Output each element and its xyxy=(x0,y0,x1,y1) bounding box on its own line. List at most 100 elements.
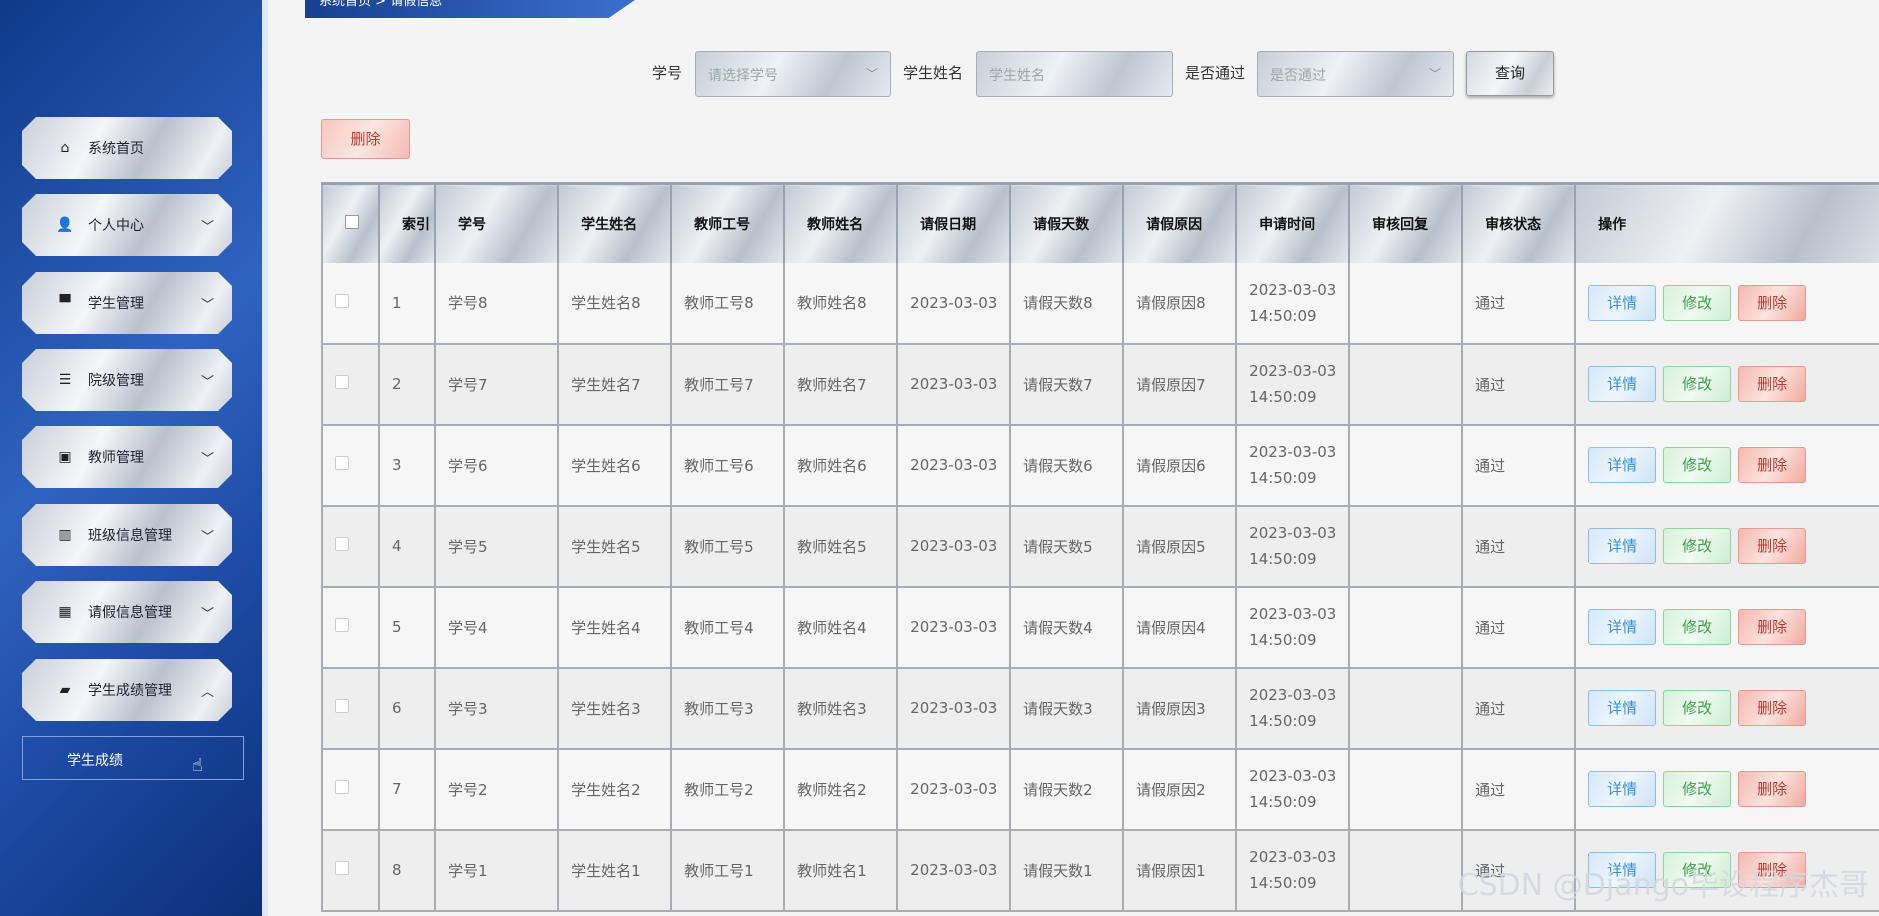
column-header: 操作 xyxy=(1575,182,1879,263)
edit-button[interactable]: 修改 xyxy=(1663,690,1732,726)
passed-select[interactable]: 是否通过 ﹀ xyxy=(1257,51,1454,97)
edit-button[interactable]: 修改 xyxy=(1663,366,1732,402)
cell-reply xyxy=(1349,505,1464,588)
sidebar-item-7[interactable]: ▦ 请假信息管理 ﹀ xyxy=(22,581,232,643)
edit-button[interactable]: 修改 xyxy=(1663,284,1732,321)
sidebar-item-label: 学生管理 xyxy=(88,296,144,312)
delete-button[interactable]: 删除 xyxy=(1738,447,1807,483)
cell-reason: 请假原因4 xyxy=(1123,586,1238,669)
row-checkbox[interactable] xyxy=(321,424,380,507)
apply-clock: 14:50:09 xyxy=(1249,306,1317,325)
cell-reason: 请假原因8 xyxy=(1123,262,1238,345)
column-header: 审核回复 xyxy=(1349,182,1464,263)
delete-button[interactable]: 删除 xyxy=(1738,690,1807,726)
cell-index: 2 xyxy=(379,343,436,426)
sidebar-item-3[interactable]: ▀ 学生管理 ﹀ xyxy=(22,272,232,334)
sidebar-item-6[interactable]: ▥ 班级信息管理 ﹀ xyxy=(22,504,232,566)
delete-button[interactable]: 删除 xyxy=(1738,609,1807,645)
row-checkbox[interactable] xyxy=(321,748,380,831)
sidebar-item-2[interactable]: 👤 个人中心 ﹀ xyxy=(22,194,232,256)
column-header: 请假日期 xyxy=(897,182,1012,263)
apply-date: 2023-03-03 xyxy=(1249,848,1337,866)
cursor-icon: ☝ xyxy=(192,755,203,776)
table-row: 6 学号3 学生姓名3 教师工号3 教师姓名3 2023-03-03 请假天数3 请假原因3 2… xyxy=(321,667,1879,750)
cell-leave-date: 2023-03-03 xyxy=(897,262,1012,345)
bulk-delete-button[interactable]: 删除 xyxy=(321,119,410,159)
cell-actions: 详情 修改 删除 xyxy=(1575,424,1879,507)
delete-button[interactable]: 删除 xyxy=(1738,366,1807,402)
row-checkbox[interactable] xyxy=(321,586,380,669)
delete-button[interactable]: 删除 xyxy=(1738,528,1807,564)
row-checkbox[interactable] xyxy=(321,829,380,912)
cell-reason: 请假原因3 xyxy=(1123,667,1238,750)
cell-leave-days: 请假天数6 xyxy=(1010,424,1125,507)
cell-status: 通过 xyxy=(1462,748,1577,831)
chevron-icon: ﹀ xyxy=(200,220,214,235)
sidebar-item-8[interactable]: ▰ 学生成绩管理 ︿ xyxy=(22,659,232,721)
sidebar-item-label: 系统首页 xyxy=(88,141,144,157)
edit-button[interactable]: 修改 xyxy=(1663,528,1732,564)
detail-button[interactable]: 详情 xyxy=(1588,771,1657,807)
table-row: 2 学号7 学生姓名7 教师工号7 教师姓名7 2023-03-03 请假天数7 请假原因7 2… xyxy=(321,343,1879,426)
detail-button[interactable]: 详情 xyxy=(1588,284,1657,321)
delete-button[interactable]: 删除 xyxy=(1738,771,1807,807)
sidebar: ⌂ 系统首页 👤 个人中心 ﹀ ▀ 学生管理 ﹀ ☰ 院级管理 ﹀ ▣ 教师管理 ﹀ ▥ 班级信息管理 ﹀ ▦ 请假… xyxy=(0,0,268,916)
chevron-icon: ﹀ xyxy=(200,452,214,467)
cell-teacher-no: 教师工号5 xyxy=(671,505,786,588)
detail-button[interactable]: 详情 xyxy=(1588,447,1657,483)
sidebar-item-1[interactable]: ⌂ 系统首页 xyxy=(22,117,232,179)
delete-button[interactable]: 删除 xyxy=(1738,284,1807,321)
student-name-input[interactable]: 学生姓名 xyxy=(976,51,1173,97)
cell-reply xyxy=(1349,424,1464,507)
cell-leave-days: 请假天数1 xyxy=(1010,829,1125,912)
cell-teacher-no: 教师工号8 xyxy=(671,262,786,345)
row-checkbox[interactable] xyxy=(321,343,380,426)
column-header: 审核状态 xyxy=(1462,182,1577,263)
row-checkbox[interactable] xyxy=(321,262,380,345)
edit-button[interactable]: 修改 xyxy=(1663,771,1732,807)
user-icon: 👤 xyxy=(56,217,74,233)
column-header: 教师姓名 xyxy=(784,182,899,263)
passed-placeholder: 是否通过 xyxy=(1270,68,1326,84)
select-all-checkbox[interactable] xyxy=(321,182,380,263)
sidebar-item-5[interactable]: ▣ 教师管理 ﹀ xyxy=(22,426,232,488)
edit-button[interactable]: 修改 xyxy=(1663,609,1732,645)
row-checkbox[interactable] xyxy=(321,505,380,588)
cell-status: 通过 xyxy=(1462,424,1577,507)
cell-status: 通过 xyxy=(1462,667,1577,750)
cell-leave-date: 2023-03-03 xyxy=(897,505,1012,588)
chevron-icon: ﹀ xyxy=(200,530,214,545)
row-checkbox[interactable] xyxy=(321,667,380,750)
cell-reason: 请假原因6 xyxy=(1123,424,1238,507)
cell-actions: 详情 修改 删除 xyxy=(1575,262,1879,345)
cell-student-name: 学生姓名3 xyxy=(558,667,673,750)
cell-teacher-no: 教师工号1 xyxy=(671,829,786,912)
detail-button[interactable]: 详情 xyxy=(1588,528,1657,564)
detail-button[interactable]: 详情 xyxy=(1588,366,1657,402)
sidebar-item-4[interactable]: ☰ 院级管理 ﹀ xyxy=(22,349,232,411)
detail-button[interactable]: 详情 xyxy=(1588,609,1657,645)
detail-button[interactable]: 详情 xyxy=(1588,690,1657,726)
edit-button[interactable]: 修改 xyxy=(1663,447,1732,483)
column-header: 教师工号 xyxy=(671,182,786,263)
cell-student-no: 学号2 xyxy=(434,748,560,831)
cell-leave-days: 请假天数2 xyxy=(1010,748,1125,831)
cell-student-name: 学生姓名8 xyxy=(558,262,673,345)
query-button[interactable]: 查询 xyxy=(1466,51,1554,96)
cell-leave-date: 2023-03-03 xyxy=(897,829,1012,912)
apply-clock: 14:50:09 xyxy=(1249,550,1317,568)
chevron-icon: ﹀ xyxy=(200,375,214,390)
table-row: 4 学号5 学生姓名5 教师工号5 教师姓名5 2023-03-03 请假天数5 请假原因5 2… xyxy=(321,505,1879,588)
submenu-item-student-scores[interactable]: 学生成绩 xyxy=(22,736,244,780)
cell-student-name: 学生姓名1 xyxy=(558,829,673,912)
breadcrumb-home[interactable]: 系统首页 xyxy=(319,0,371,9)
cell-actions: 详情 修改 删除 xyxy=(1575,667,1879,750)
cell-reason: 请假原因5 xyxy=(1123,505,1238,588)
cell-teacher-name: 教师姓名3 xyxy=(784,667,899,750)
cell-student-name: 学生姓名7 xyxy=(558,343,673,426)
cell-leave-days: 请假天数7 xyxy=(1010,343,1125,426)
sidebar-item-label: 个人中心 xyxy=(88,218,144,234)
student-no-select[interactable]: 请选择学号 ﹀ xyxy=(695,51,891,97)
sidebar-item-label: 院级管理 xyxy=(88,373,144,389)
cell-student-name: 学生姓名6 xyxy=(558,424,673,507)
